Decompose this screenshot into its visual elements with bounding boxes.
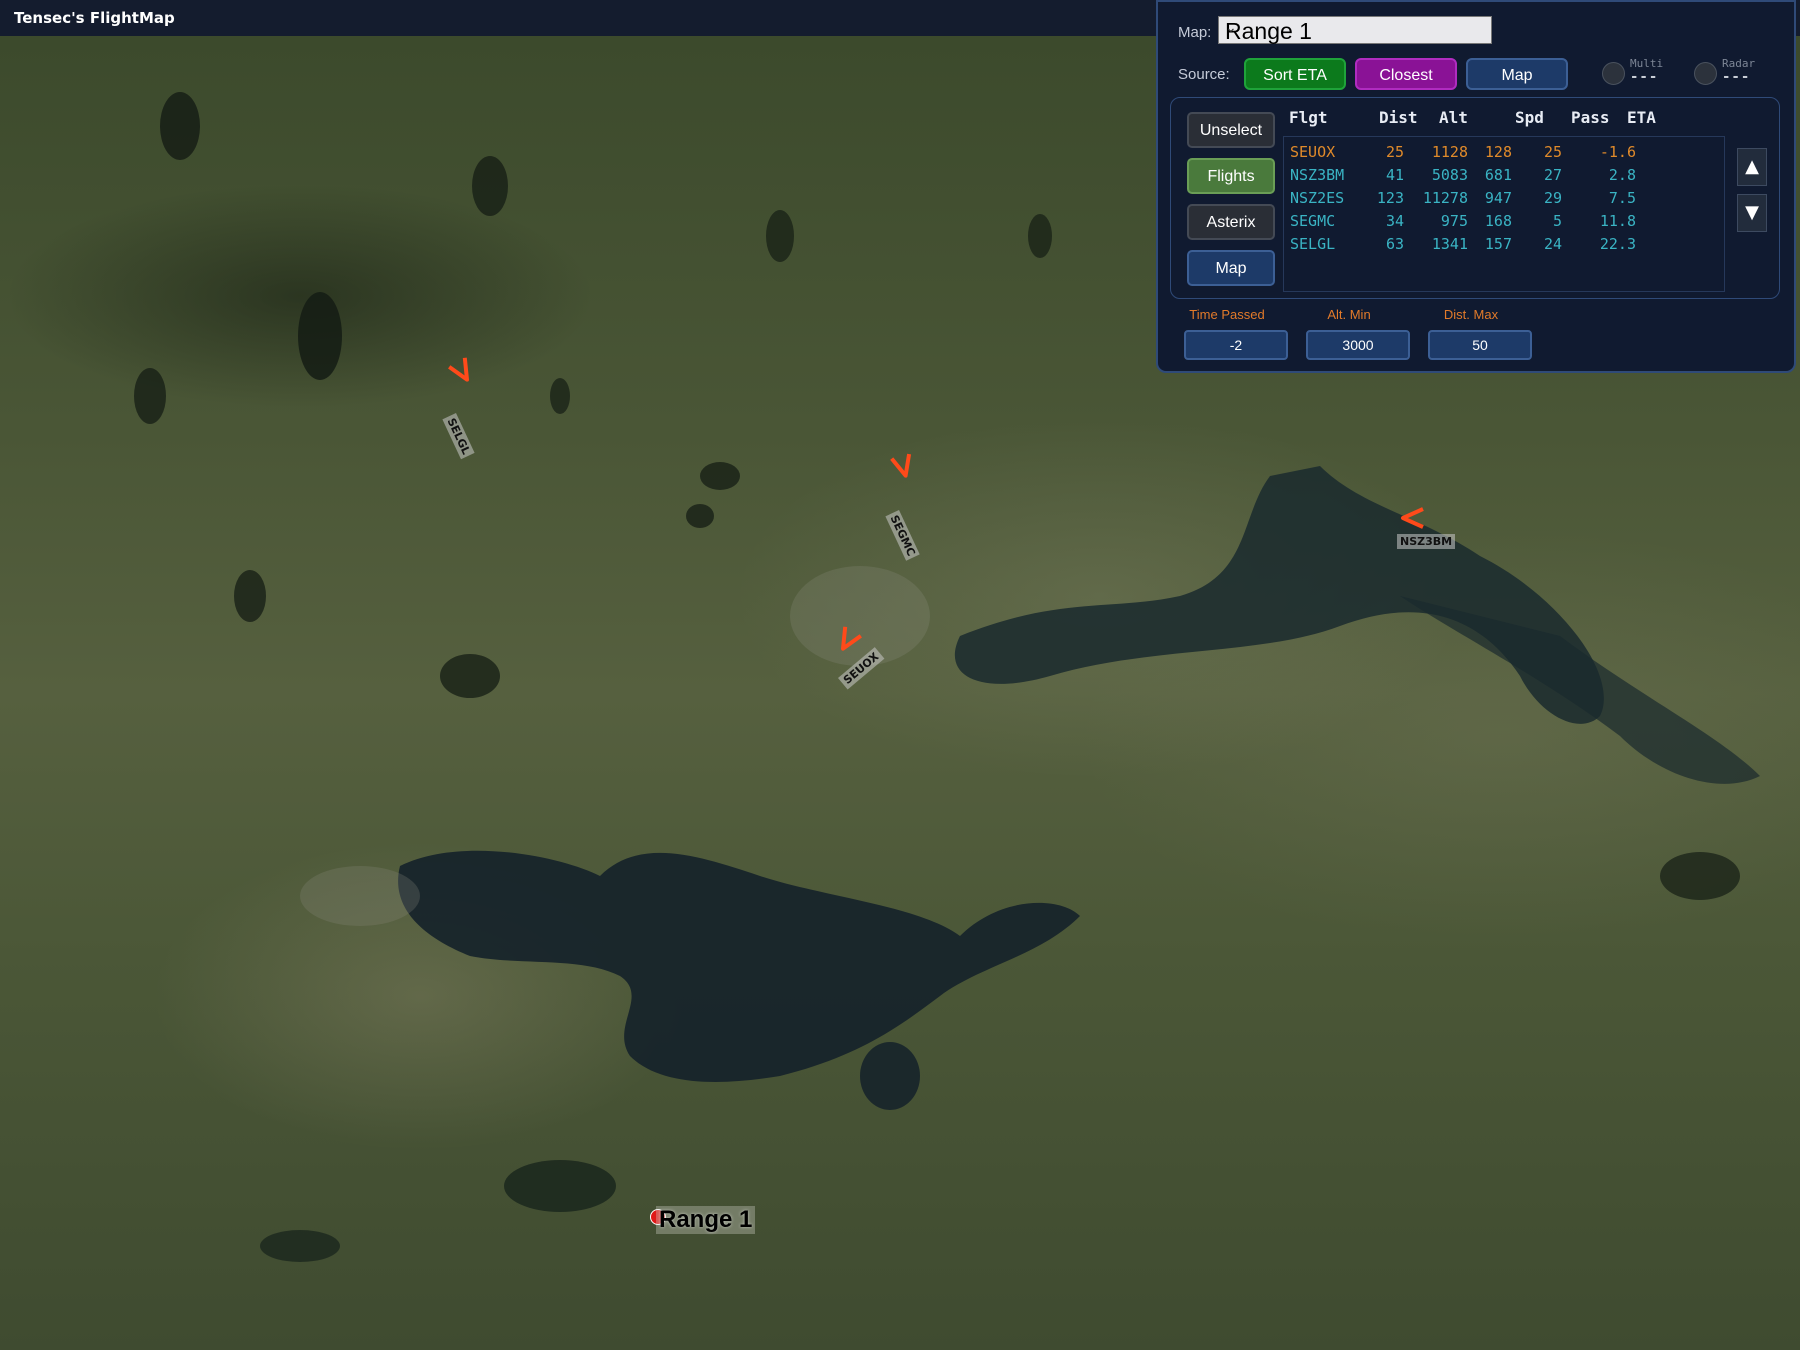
unselect-button[interactable]: Unselect	[1187, 112, 1275, 148]
flight-list-group: Unselect Flights Asterix Map Flgt Dist A…	[1170, 97, 1780, 299]
range-marker-label: Range 1	[656, 1206, 756, 1234]
map-select[interactable]: Range 1 ⌄	[1218, 16, 1492, 44]
side-map-button[interactable]: Map	[1187, 250, 1275, 286]
closest-button[interactable]: Closest	[1355, 58, 1457, 90]
table-cell-eta: 2.8	[1608, 166, 1636, 184]
source-map-button[interactable]: Map	[1466, 58, 1568, 90]
table-cell-dist: 41	[1385, 166, 1404, 184]
table-cell-alt: 11278	[1422, 189, 1468, 207]
column-header-alt[interactable]: Alt	[1439, 108, 1468, 127]
dist-max-field[interactable]: 50	[1428, 330, 1532, 360]
table-row[interactable]: SEGMC 34 975 168 5 11.8	[1284, 210, 1724, 232]
table-cell-dist: 25	[1385, 143, 1404, 161]
table-row[interactable]: NSZ2ES 123 11278 947 29 7.5	[1284, 187, 1724, 209]
scroll-down-button[interactable]: ▼	[1737, 194, 1767, 232]
table-cell-pass: 5	[1552, 212, 1562, 230]
dist-max-label: Dist. Max	[1443, 307, 1499, 322]
scroll-up-button[interactable]: ▲	[1737, 148, 1767, 186]
table-row[interactable]: SELGL 63 1341 157 24 22.3	[1284, 233, 1724, 255]
table-cell-pass: 29	[1543, 189, 1562, 207]
flights-button[interactable]: Flights	[1187, 158, 1275, 194]
table-cell-alt: 5083	[1431, 166, 1468, 184]
alt-min-label: Alt. Min	[1327, 307, 1371, 322]
column-header-pass[interactable]: Pass	[1571, 108, 1610, 127]
multi-indicator-value: ---	[1630, 69, 1659, 85]
table-row[interactable]: SEUOX 25 1128 128 25 -1.6	[1284, 141, 1724, 163]
table-cell-eta: 11.8	[1599, 212, 1636, 230]
chevron-down-icon: ⌄	[1225, 19, 1237, 35]
radar-indicator-value: ---	[1722, 69, 1751, 85]
column-header-spd[interactable]: Spd	[1515, 108, 1544, 127]
table-cell-spd: 681	[1484, 166, 1512, 184]
table-cell-eta: 22.3	[1599, 235, 1636, 253]
column-header-dist[interactable]: Dist	[1379, 108, 1418, 127]
table-cell-spd: 128	[1484, 143, 1512, 161]
map-label: Map:	[1178, 24, 1212, 41]
table-cell-spd: 168	[1484, 212, 1512, 230]
table-cell-spd: 157	[1484, 235, 1512, 253]
table-cell-pass: 25	[1543, 143, 1562, 161]
table-cell-alt: 1128	[1431, 143, 1468, 161]
table-cell-pass: 24	[1543, 235, 1562, 253]
radar-indicator	[1694, 62, 1717, 85]
table-cell-eta: 7.5	[1608, 189, 1636, 207]
source-label: Source:	[1178, 66, 1230, 83]
arrow-up-icon: ▲	[1745, 156, 1759, 177]
aircraft-arrow-icon	[1401, 507, 1424, 529]
alt-min-field[interactable]: 3000	[1306, 330, 1410, 360]
table-cell-spd: 947	[1484, 189, 1512, 207]
column-header-flgt[interactable]: Flgt	[1289, 108, 1328, 127]
table-row[interactable]: NSZ3BM 41 5083 681 27 2.8	[1284, 164, 1724, 186]
table-cell-dist: 34	[1385, 212, 1404, 230]
time-passed-field[interactable]: -2	[1184, 330, 1288, 360]
arrow-down-icon: ▼	[1745, 202, 1759, 223]
flight-control-panel: Map: Range 1 ⌄ Source: Sort ETA Closest …	[1156, 0, 1796, 373]
table-cell-alt: 1341	[1431, 235, 1468, 253]
table-cell-eta: -1.6	[1599, 143, 1636, 161]
asterix-button[interactable]: Asterix	[1187, 204, 1275, 240]
flight-table: SEUOX 25 1128 128 25 -1.6 NSZ3BM 41 5083 681 27 2.8…	[1283, 136, 1725, 292]
aircraft-callsign: NSZ3BM	[1397, 534, 1456, 549]
time-passed-label: Time Passed	[1189, 307, 1265, 322]
app-title: Tensec's FlightMap	[14, 9, 175, 27]
table-cell-alt: 975	[1440, 212, 1468, 230]
table-cell-pass: 27	[1543, 166, 1562, 184]
table-cell-dist: 63	[1385, 235, 1404, 253]
table-cell-dist: 123	[1376, 189, 1404, 207]
column-header-eta[interactable]: ETA	[1627, 108, 1656, 127]
multi-indicator	[1602, 62, 1625, 85]
sort-eta-button[interactable]: Sort ETA	[1244, 58, 1346, 90]
